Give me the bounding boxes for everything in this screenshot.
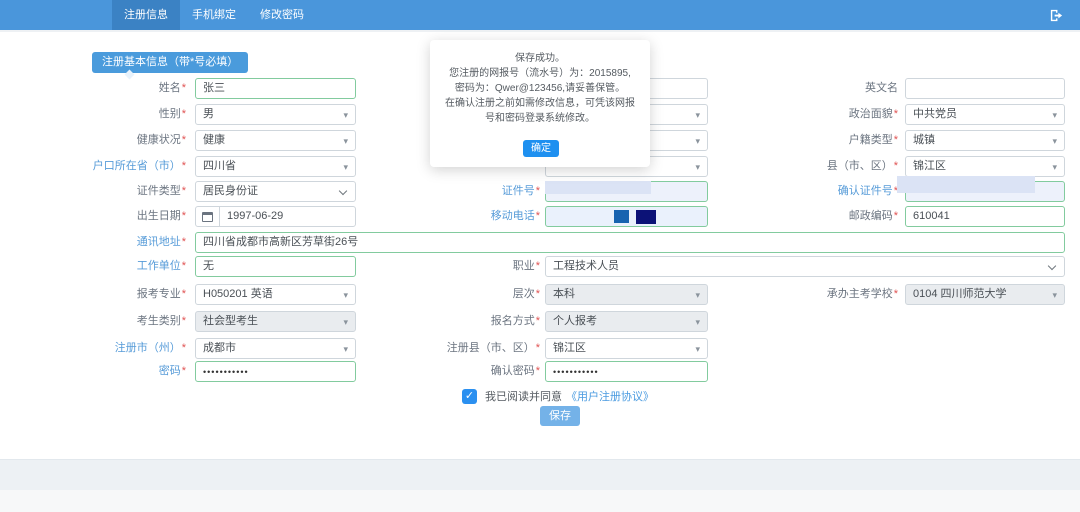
id-number-input[interactable] bbox=[545, 181, 708, 202]
dialog-ok-button[interactable]: 确定 bbox=[523, 140, 559, 157]
gender-select[interactable]: 男▾ bbox=[195, 104, 356, 125]
address-label: 通讯地址* bbox=[10, 232, 186, 253]
calendar-icon[interactable] bbox=[196, 207, 220, 226]
save-button[interactable]: 保存 bbox=[540, 406, 580, 426]
hukou-type-select[interactable]: 城镇▾ bbox=[905, 130, 1065, 151]
dialog-text: 您注册的网报号（流水号）为：2015895, bbox=[430, 66, 650, 81]
chevron-down-icon bbox=[339, 187, 347, 195]
id-type-label: 证件类型* bbox=[10, 181, 186, 202]
caret-down-icon: ▾ bbox=[695, 132, 700, 151]
mobile-input[interactable] bbox=[545, 206, 708, 227]
caret-down-icon: ▾ bbox=[343, 313, 348, 332]
name-input[interactable]: 张三 bbox=[195, 78, 356, 99]
tab-change-password[interactable]: 修改密码 bbox=[248, 0, 316, 30]
postcode-input[interactable]: 610041 bbox=[905, 206, 1065, 227]
caret-down-icon: ▾ bbox=[695, 340, 700, 359]
birth-date-input[interactable]: 1997-06-29 bbox=[195, 206, 356, 227]
mobile-label: 移动电话* bbox=[380, 206, 540, 227]
caret-down-icon: ▾ bbox=[1052, 158, 1057, 177]
confirm-id-input[interactable] bbox=[905, 181, 1065, 202]
hukou-type-label: 户籍类型* bbox=[726, 130, 898, 151]
health-label: 健康状况* bbox=[10, 130, 186, 151]
gender-label: 性别* bbox=[10, 104, 186, 125]
province-label: 户口所在省（市）* bbox=[10, 156, 186, 177]
county-select[interactable]: 锦江区▾ bbox=[905, 156, 1065, 177]
caret-down-icon: ▾ bbox=[695, 286, 700, 305]
birth-date-label: 出生日期* bbox=[10, 206, 186, 227]
name-label: 姓名* bbox=[10, 78, 186, 99]
political-label: 政治面貌* bbox=[726, 104, 898, 125]
caret-down-icon: ▾ bbox=[1052, 106, 1057, 125]
registration-page: 注册信息 手机绑定 修改密码 注册基本信息（带*号必填） 姓名* 张三 英文名 … bbox=[0, 0, 1080, 512]
tab-registration-info[interactable]: 注册信息 bbox=[112, 0, 180, 30]
nav-tabs: 注册信息 手机绑定 修改密码 bbox=[112, 0, 316, 30]
caret-down-icon: ▾ bbox=[343, 158, 348, 177]
candidate-type-label: 考生类别* bbox=[10, 311, 186, 332]
postcode-label: 邮政编码* bbox=[726, 206, 898, 227]
agreement-row: ✓ 我已阅读并同意 《用户注册协议》 bbox=[462, 388, 654, 404]
register-city-select[interactable]: 成都市▾ bbox=[195, 338, 356, 359]
province-select[interactable]: 四川省▾ bbox=[195, 156, 356, 177]
employer-label: 工作单位* bbox=[10, 256, 186, 277]
english-name-input[interactable] bbox=[905, 78, 1065, 99]
section-badge: 注册基本信息（带*号必填） bbox=[92, 52, 248, 73]
tab-phone-binding[interactable]: 手机绑定 bbox=[180, 0, 248, 30]
redaction-block bbox=[897, 176, 1035, 193]
confirm-id-label: 确认证件号* bbox=[726, 181, 898, 202]
english-name-label: 英文名 bbox=[726, 78, 898, 99]
school-label: 承办主考学校* bbox=[726, 284, 898, 305]
agreement-checkbox[interactable]: ✓ bbox=[462, 389, 477, 404]
county-label: 县（市、区）* bbox=[726, 156, 898, 177]
occupation-select[interactable]: 工程技术人员 bbox=[545, 256, 1065, 277]
level-label: 层次* bbox=[380, 284, 540, 305]
caret-down-icon: ▾ bbox=[343, 340, 348, 359]
candidate-type-select[interactable]: 社会型考生▾ bbox=[195, 311, 356, 332]
health-select[interactable]: 健康▾ bbox=[195, 130, 356, 151]
major-select[interactable]: H050201 英语▾ bbox=[195, 284, 356, 305]
agreement-text: 我已阅读并同意 bbox=[485, 388, 562, 404]
address-input[interactable]: 四川省成都市高新区芳草街26号 bbox=[195, 232, 1065, 253]
caret-down-icon: ▾ bbox=[695, 313, 700, 332]
redaction-block bbox=[545, 181, 651, 194]
caret-down-icon: ▾ bbox=[343, 286, 348, 305]
register-county-select[interactable]: 锦江区▾ bbox=[545, 338, 708, 359]
confirm-password-label: 确认密码* bbox=[380, 361, 540, 382]
password-label: 密码* bbox=[10, 361, 186, 382]
register-county-label: 注册县（市、区）* bbox=[380, 338, 540, 359]
save-success-dialog: 保存成功。 您注册的网报号（流水号）为：2015895, 密码为：Qwer@12… bbox=[430, 40, 650, 167]
caret-down-icon: ▾ bbox=[695, 158, 700, 177]
caret-down-icon: ▾ bbox=[343, 132, 348, 151]
password-input[interactable]: ••••••••••• bbox=[195, 361, 356, 382]
chevron-down-icon bbox=[1048, 262, 1056, 270]
register-city-label: 注册市（州）* bbox=[10, 338, 186, 359]
dialog-text: 密码为：Qwer@123456,请妥善保管。 bbox=[430, 81, 650, 96]
political-select[interactable]: 中共党员▾ bbox=[905, 104, 1065, 125]
logout-icon[interactable] bbox=[1049, 8, 1064, 23]
confirm-password-input[interactable]: ••••••••••• bbox=[545, 361, 708, 382]
dialog-text: 保存成功。 bbox=[430, 51, 650, 66]
employer-input[interactable]: 无 bbox=[195, 256, 356, 277]
register-method-label: 报名方式* bbox=[380, 311, 540, 332]
level-select[interactable]: 本科▾ bbox=[545, 284, 708, 305]
redaction-block bbox=[614, 210, 629, 223]
dialog-text: 在确认注册之前如需修改信息，可凭该网报号和密码登录系统修改。 bbox=[430, 96, 650, 126]
caret-down-icon: ▾ bbox=[343, 106, 348, 125]
major-label: 报考专业* bbox=[10, 284, 186, 305]
id-type-select[interactable]: 居民身份证 bbox=[195, 181, 356, 202]
caret-down-icon: ▾ bbox=[1052, 286, 1057, 305]
register-method-select[interactable]: 个人报考▾ bbox=[545, 311, 708, 332]
caret-down-icon: ▾ bbox=[1052, 132, 1057, 151]
footer-band bbox=[0, 459, 1080, 490]
caret-down-icon: ▾ bbox=[695, 106, 700, 125]
agreement-link[interactable]: 《用户注册协议》 bbox=[566, 388, 654, 404]
top-navbar: 注册信息 手机绑定 修改密码 bbox=[0, 0, 1080, 30]
footer-band-lower bbox=[0, 490, 1080, 512]
occupation-label: 职业* bbox=[380, 256, 540, 277]
school-select[interactable]: 0104 四川师范大学▾ bbox=[905, 284, 1065, 305]
redaction-block bbox=[636, 210, 656, 224]
id-number-label: 证件号* bbox=[380, 181, 540, 202]
